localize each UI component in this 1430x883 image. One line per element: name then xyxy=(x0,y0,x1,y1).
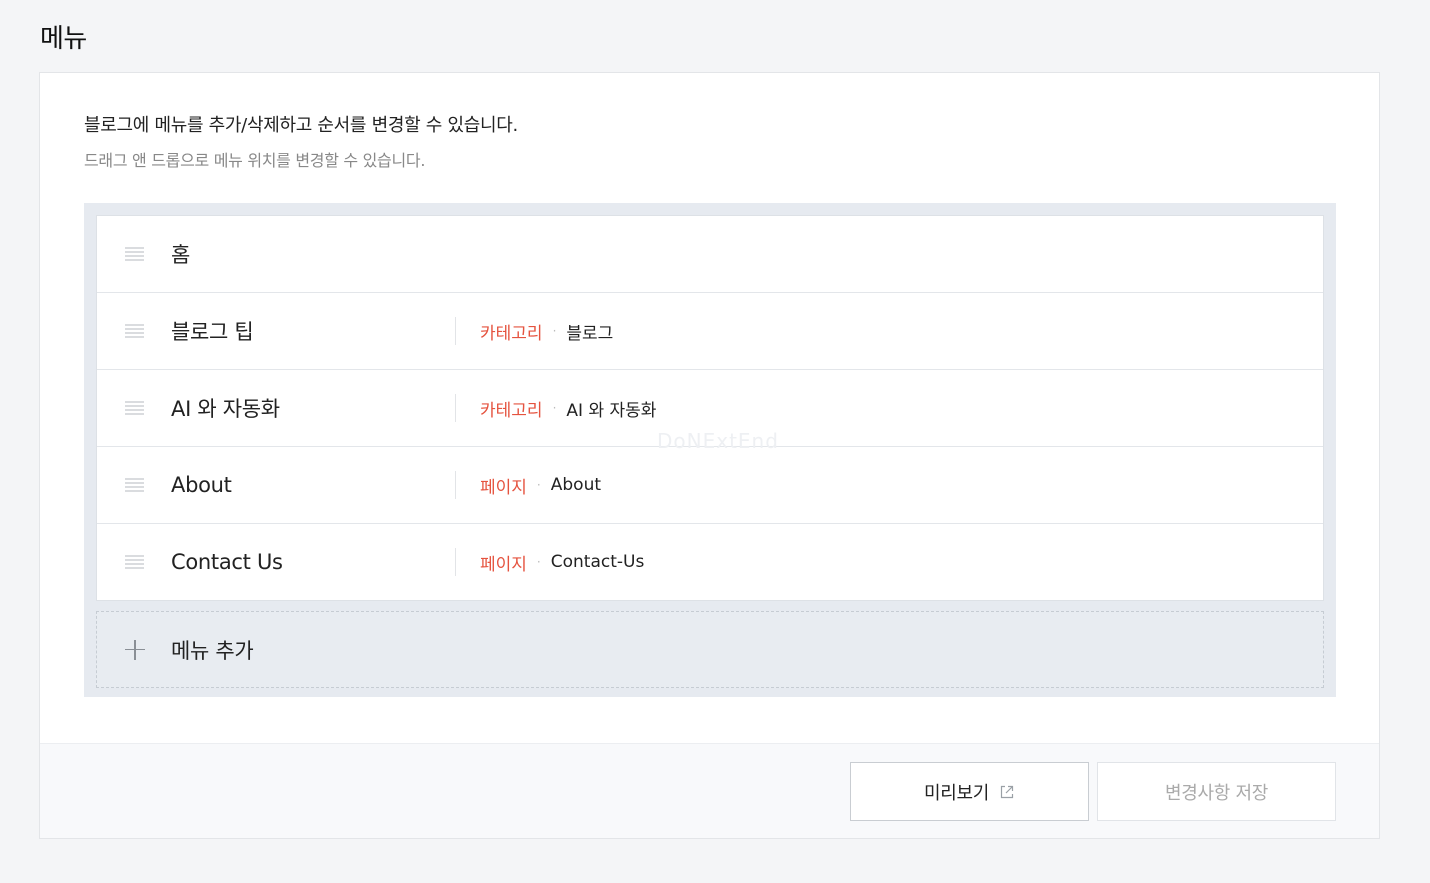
menu-item-name: 홈 xyxy=(171,243,191,267)
watermark: DoNExtEnd xyxy=(657,429,779,453)
drag-handle-icon[interactable] xyxy=(125,324,144,338)
menu-item-target: Contact-Us xyxy=(550,552,645,572)
add-menu-button[interactable]: 메뉴 추가 xyxy=(96,611,1324,688)
meta-separator: · xyxy=(552,401,557,415)
menu-item-target: 블로그 xyxy=(566,323,614,344)
meta-separator: · xyxy=(536,478,541,492)
drag-handle-icon[interactable] xyxy=(125,478,144,492)
menu-item-blog-tips[interactable]: 블로그 팁 카테고리 · 블로그 xyxy=(97,293,1323,370)
page-title: 메뉴 xyxy=(40,24,87,54)
menu-item-name: AI 와 자동화 xyxy=(171,397,280,421)
menu-item-type: 페이지 xyxy=(480,477,527,498)
menu-item-type: 카테고리 xyxy=(480,400,543,421)
meta-separator: · xyxy=(552,324,557,338)
meta-separator: · xyxy=(536,555,541,569)
preview-button[interactable]: 미리보기 xyxy=(850,762,1089,821)
plus-icon xyxy=(125,639,145,660)
external-link-icon xyxy=(1000,785,1014,798)
menu-item-home[interactable]: 홈 xyxy=(97,216,1323,293)
description-main: 블로그에 메뉴를 추가/삭제하고 순서를 변경할 수 있습니다. xyxy=(84,115,518,136)
menu-item-about[interactable]: About 페이지 · About xyxy=(97,447,1323,524)
menu-item-meta: 카테고리 · 블로그 xyxy=(480,319,613,344)
save-changes-button[interactable]: 변경사항 저장 xyxy=(1097,762,1336,821)
description: 블로그에 메뉴를 추가/삭제하고 순서를 변경할 수 있습니다. 드래그 앤 드… xyxy=(84,111,518,171)
menu-item-name: Contact Us xyxy=(171,550,283,574)
divider xyxy=(455,394,456,422)
add-menu-label: 메뉴 추가 xyxy=(171,638,254,663)
menu-list: 홈 블로그 팁 카테고리 · 블로그 AI 와 자동화 카테고리 · AI 와 … xyxy=(96,215,1324,601)
menu-item-meta: 페이지 · Contact-Us xyxy=(480,550,644,575)
drag-handle-icon[interactable] xyxy=(125,401,144,415)
menu-item-type: 카테고리 xyxy=(480,323,543,344)
menu-item-meta: 페이지 · About xyxy=(480,473,601,498)
save-label: 변경사항 저장 xyxy=(1165,782,1268,804)
footer-actions: 미리보기 변경사항 저장 xyxy=(40,743,1379,838)
menu-item-contact[interactable]: Contact Us 페이지 · Contact-Us xyxy=(97,524,1323,600)
preview-label: 미리보기 xyxy=(923,782,990,804)
menu-item-target: AI 와 자동화 xyxy=(566,400,657,421)
menu-settings-panel: 블로그에 메뉴를 추가/삭제하고 순서를 변경할 수 있습니다. 드래그 앤 드… xyxy=(39,72,1380,839)
drag-handle-icon[interactable] xyxy=(125,247,144,261)
description-sub: 드래그 앤 드롭으로 메뉴 위치를 변경할 수 있습니다. xyxy=(84,151,426,170)
menu-item-meta: 카테고리 · AI 와 자동화 xyxy=(480,396,656,421)
divider xyxy=(455,548,456,576)
menu-item-name: 블로그 팁 xyxy=(171,320,254,344)
drag-handle-icon[interactable] xyxy=(125,555,144,569)
menu-item-type: 페이지 xyxy=(480,554,527,575)
divider xyxy=(455,317,456,345)
divider xyxy=(455,471,456,499)
menu-item-name: About xyxy=(171,473,232,497)
menu-item-target: About xyxy=(550,475,602,495)
